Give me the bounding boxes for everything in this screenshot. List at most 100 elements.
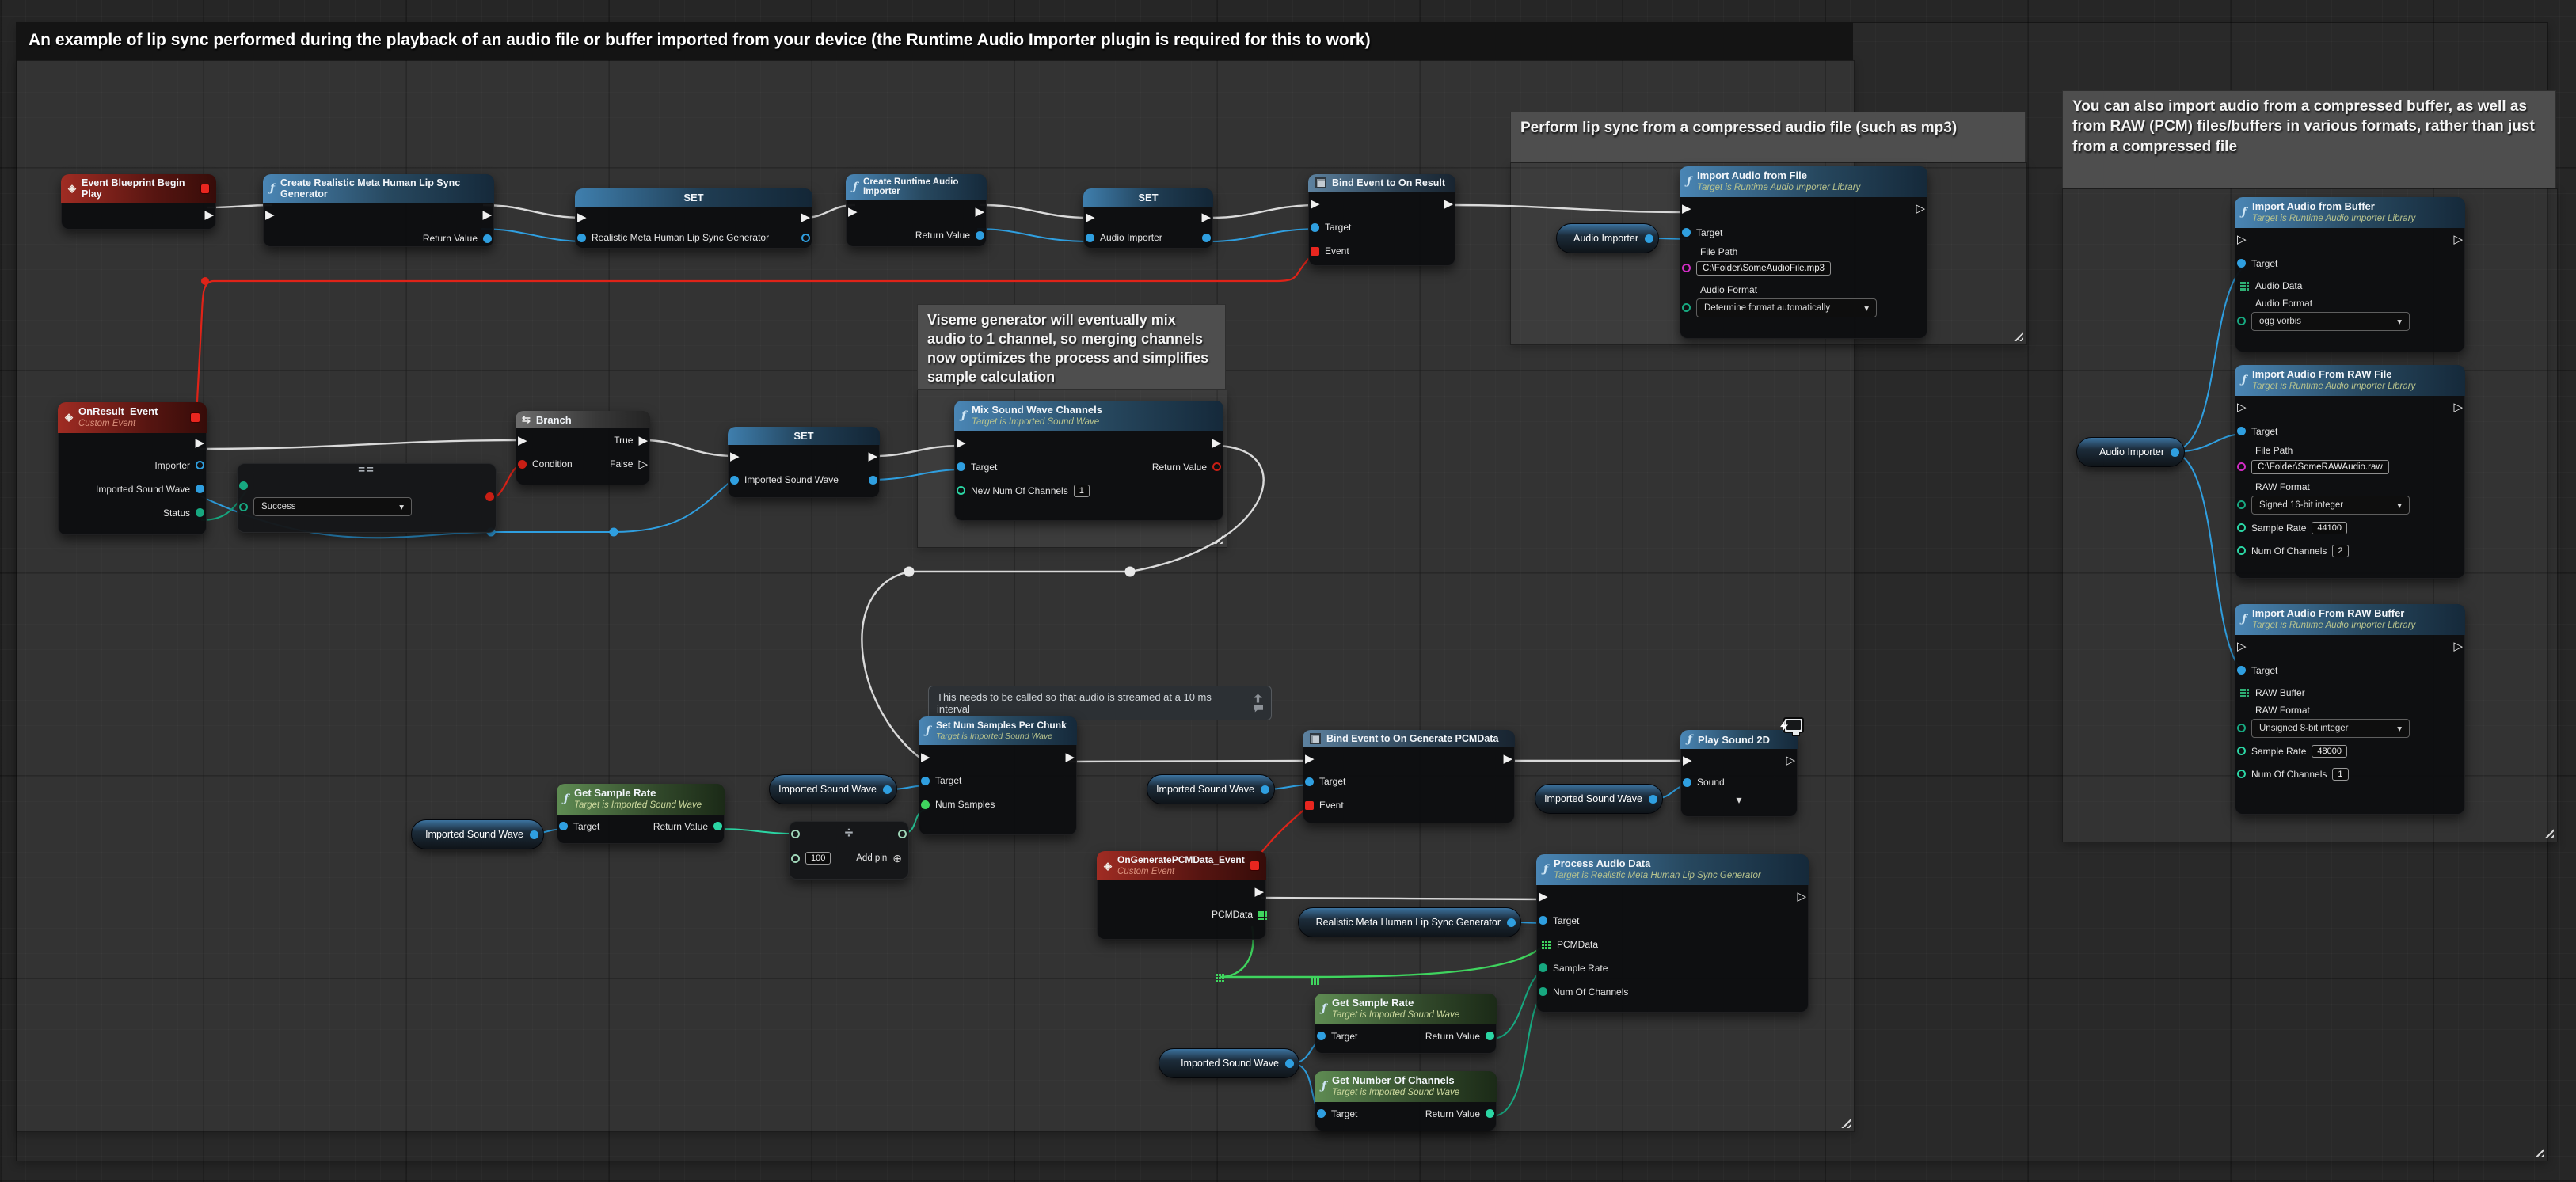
node-create-importer[interactable]: ƒ Create Runtime Audio Importer ▶ ▶ Retu…: [846, 174, 987, 247]
output-pin[interactable]: [1261, 785, 1269, 794]
bubble-icon[interactable]: [1254, 705, 1263, 713]
return-value-pin[interactable]: [1212, 462, 1221, 471]
output-pin[interactable]: [883, 785, 892, 794]
exec-out-pin[interactable]: ▶: [1065, 751, 1075, 763]
reroute-array-node[interactable]: [1311, 976, 1313, 979]
node-play-sound-2d[interactable]: ƒ Play Sound 2D ▶ ▷ Sound ▾: [1680, 730, 1798, 817]
event-delegate-pin[interactable]: [1311, 247, 1319, 256]
target-pin[interactable]: [2237, 427, 2246, 435]
exec-in-pin[interactable]: ▷: [2237, 401, 2247, 413]
exec-in-pin[interactable]: ▶: [1683, 754, 1692, 766]
node-bind-on-result[interactable]: Bind Event to On Result ▶ ▶ Target Event: [1308, 174, 1455, 266]
node-import-audio-file[interactable]: ƒ Import Audio from File Target is Runti…: [1680, 166, 1927, 339]
sample-rate-pin[interactable]: [2237, 747, 2246, 755]
sound-wave-pin[interactable]: [196, 485, 204, 493]
target-pin[interactable]: [957, 462, 965, 471]
num-channels-input[interactable]: 2: [2332, 545, 2348, 557]
output-pin[interactable]: [801, 234, 810, 242]
raw-format-dropdown[interactable]: Unsigned 8-bit integer▾: [2251, 719, 2410, 738]
exec-in-pin[interactable]: ▶: [518, 435, 527, 447]
reroute-node[interactable]: [610, 528, 618, 537]
reroute-node[interactable]: [201, 277, 209, 285]
raw-format-pin[interactable]: [2237, 500, 2246, 509]
node-get-num-channels[interactable]: ƒ Get Number Of Channels Target is Impor…: [1315, 1071, 1497, 1131]
audio-format-pin[interactable]: [1682, 303, 1691, 312]
node-on-generate-event[interactable]: ◈ OnGeneratePCMData_Event Custom Event ▶…: [1097, 851, 1266, 940]
exec-out-pin[interactable]: ▶: [195, 437, 204, 449]
exec-in-pin[interactable]: ▶: [1539, 891, 1548, 903]
node-set-importer[interactable]: SET ▶ ▶ Audio Importer: [1083, 188, 1213, 249]
node-divide[interactable]: ÷ 100 Add pin ⊕: [789, 821, 909, 880]
audio-data-array-pin[interactable]: [2240, 282, 2243, 284]
blueprint-canvas[interactable]: An example of lip sync performed during …: [0, 0, 2576, 1182]
pcm-array-pin[interactable]: [1258, 911, 1261, 914]
reroute-array-node[interactable]: [1216, 974, 1218, 976]
input-b-pin[interactable]: [791, 854, 800, 863]
node-import-raw-buffer[interactable]: ƒ Import Audio From RAW Buffer Target is…: [2235, 604, 2465, 815]
exec-out-pin[interactable]: ▶: [1444, 198, 1453, 210]
audio-format-dropdown[interactable]: Determine format automatically▾: [1696, 298, 1877, 317]
output-pin[interactable]: [1507, 918, 1516, 927]
exec-out-pin[interactable]: ▶: [1201, 211, 1211, 223]
target-pin[interactable]: [559, 822, 568, 830]
target-pin[interactable]: [2237, 666, 2246, 675]
exec-in-pin[interactable]: ▶: [848, 206, 858, 218]
num-channels-pin[interactable]: [2237, 546, 2246, 555]
exec-in-pin[interactable]: ▶: [265, 209, 275, 221]
target-pin[interactable]: [921, 777, 930, 785]
reroute-node[interactable]: [904, 567, 915, 577]
return-value-pin[interactable]: [1486, 1032, 1494, 1040]
num-channels-input[interactable]: 1: [2332, 768, 2348, 781]
variable-pill-imported-sound-wave[interactable]: Imported Sound Wave: [411, 819, 544, 849]
file-path-pin[interactable]: [2237, 462, 2246, 471]
target-pin[interactable]: [1317, 1032, 1326, 1040]
variable-pill-audio-importer[interactable]: Audio Importer: [1556, 223, 1659, 253]
importer-pin[interactable]: [196, 461, 204, 469]
target-pin[interactable]: [2237, 259, 2246, 268]
pin-icon[interactable]: [1254, 694, 1262, 703]
return-value-pin[interactable]: [976, 231, 984, 240]
exec-in-pin[interactable]: ▶: [1086, 211, 1095, 223]
exec-in-pin[interactable]: ▶: [577, 211, 587, 223]
output-pin[interactable]: [1649, 795, 1657, 804]
variable-pill-imported-sound-wave[interactable]: Imported Sound Wave: [1159, 1048, 1299, 1078]
exec-out-pin[interactable]: ▶: [975, 206, 984, 218]
return-value-pin[interactable]: [713, 822, 722, 830]
variable-pill-lip-sync-generator[interactable]: Realistic Meta Human Lip Sync Generator: [1298, 907, 1521, 937]
target-pin[interactable]: [1682, 228, 1691, 237]
raw-format-pin[interactable]: [2237, 724, 2246, 732]
num-channels-pin[interactable]: [2237, 770, 2246, 778]
input-pin[interactable]: [1086, 234, 1094, 242]
variable-pill-imported-sound-wave[interactable]: Imported Sound Wave: [769, 774, 897, 804]
exec-out-pin[interactable]: ▶: [482, 209, 492, 221]
node-equal-enum[interactable]: == Success▾: [237, 463, 497, 533]
exec-in-pin[interactable]: ▶: [921, 751, 930, 763]
false-exec-pin[interactable]: ▷: [638, 458, 648, 470]
node-set-num-samples[interactable]: ƒ Set Num Samples Per Chunk Target is Im…: [919, 716, 1077, 835]
exec-in-pin[interactable]: ▶: [1311, 198, 1320, 210]
enum-dropdown[interactable]: Success▾: [253, 497, 412, 516]
sound-pin[interactable]: [1683, 778, 1691, 787]
output-pin[interactable]: [2171, 448, 2179, 457]
output-pin[interactable]: [530, 830, 538, 839]
true-exec-pin[interactable]: ▶: [638, 435, 648, 447]
exec-in-pin[interactable]: ▶: [957, 437, 966, 449]
node-bind-pcm[interactable]: Bind Event to On Generate PCMData ▶ ▶ Ta…: [1303, 730, 1515, 823]
exec-out-pin[interactable]: ▷: [2453, 401, 2463, 413]
node-on-result-event[interactable]: ◈ OnResult_Event Custom Event ▶ Importer…: [58, 402, 207, 535]
node-create-generator[interactable]: ƒ Create Realistic Meta Human Lip Sync G…: [263, 174, 494, 247]
input-b-pin[interactable]: [239, 503, 248, 511]
variable-pill-imported-sound-wave[interactable]: Imported Sound Wave: [1535, 784, 1663, 814]
exec-out-pin[interactable]: ▶: [1503, 753, 1512, 765]
sample-rate-input[interactable]: 48000: [2312, 745, 2347, 758]
target-pin[interactable]: [1317, 1109, 1326, 1118]
divisor-input[interactable]: 100: [805, 852, 831, 865]
node-branch[interactable]: ⇆ Branch ▶ True▶ Condition False▷: [516, 411, 650, 485]
sample-rate-pin[interactable]: [1539, 963, 1547, 972]
exec-out-pin[interactable]: ▶: [1254, 886, 1264, 898]
exec-out-pin[interactable]: ▷: [1916, 203, 1925, 215]
raw-buffer-array-pin[interactable]: [2240, 689, 2243, 691]
audio-format-pin[interactable]: [2237, 317, 2246, 325]
exec-out-pin[interactable]: ▷: [1786, 754, 1795, 766]
node-import-audio-buffer[interactable]: ƒ Import Audio from Buffer Target is Run…: [2235, 197, 2465, 352]
